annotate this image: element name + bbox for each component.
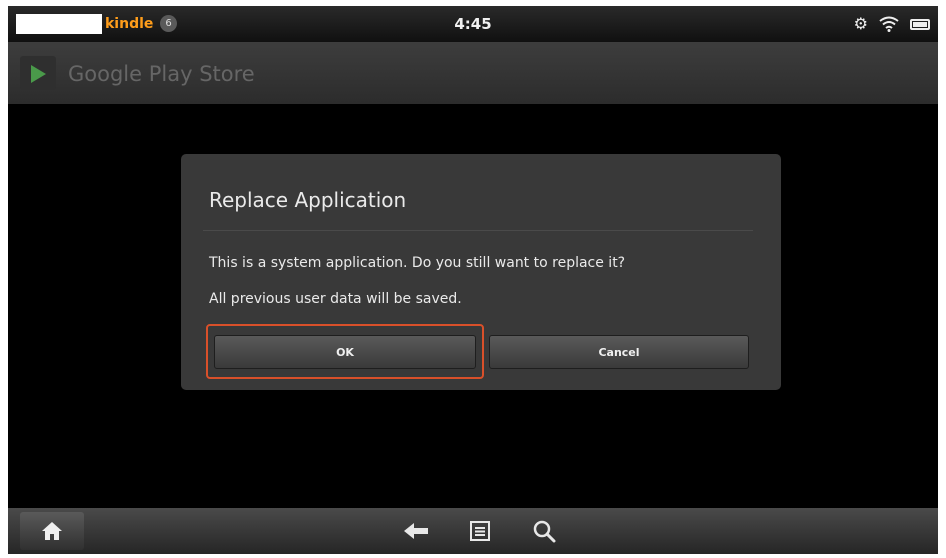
battery-icon: [910, 18, 930, 30]
dialog-note: All previous user data will be saved.: [209, 291, 462, 307]
dialog-title: Replace Application: [209, 188, 407, 212]
gear-icon[interactable]: ⚙: [854, 16, 868, 32]
home-icon: [42, 522, 62, 540]
app-title: Google Play Store: [68, 62, 255, 86]
device-screen: kindle 6 4:45 ⚙ Google Play Store Replac…: [8, 6, 938, 554]
wifi-icon: [879, 16, 899, 32]
home-button[interactable]: [20, 512, 84, 550]
dialog-divider: [203, 230, 753, 231]
cancel-button[interactable]: Cancel: [489, 335, 749, 369]
menu-icon[interactable]: [469, 508, 491, 554]
status-icons[interactable]: ⚙: [854, 6, 930, 42]
clock: 4:45: [454, 15, 492, 33]
ok-button[interactable]: OK: [214, 335, 476, 369]
app-title-bar: Google Play Store: [8, 42, 938, 104]
navigation-bar: [8, 508, 938, 554]
dialog-message: This is a system application. Do you sti…: [209, 255, 626, 271]
back-icon[interactable]: [401, 508, 431, 554]
play-store-icon[interactable]: [20, 56, 56, 90]
search-icon[interactable]: [531, 508, 557, 554]
replace-application-dialog: Replace Application This is a system app…: [181, 154, 781, 390]
status-bar: kindle 6 4:45 ⚙: [8, 6, 938, 42]
